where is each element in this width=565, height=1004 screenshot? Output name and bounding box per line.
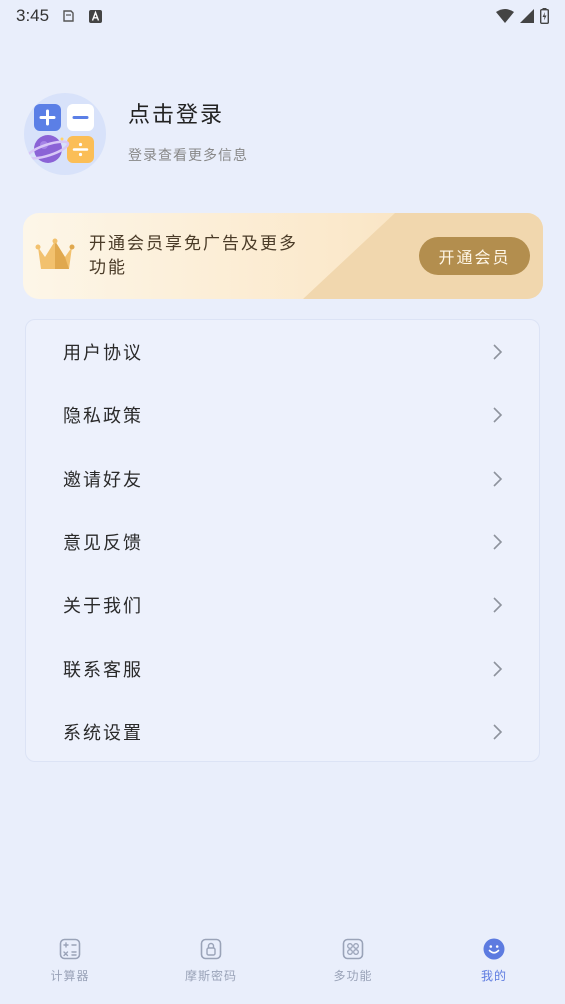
tab-label: 计算器 [50,969,90,983]
tab-morse-code[interactable]: 摩斯密码 [161,937,261,993]
menu-item-user-agreement[interactable]: 用户协议 [26,320,541,383]
chevron-right-icon [493,596,503,613]
tab-multi-function[interactable]: 多功能 [303,937,403,993]
tab-mine[interactable]: 我的 [444,937,544,993]
wifi-icon [496,9,514,23]
calculator-planet-icon [26,104,94,163]
menu-item-about-us[interactable]: 关于我们 [26,573,541,636]
login-subtitle: 登录查看更多信息 [128,148,248,164]
status-bar: 3:45 [0,0,565,32]
menu-item-invite-friends[interactable]: 邀请好友 [26,447,541,510]
menu-item-label: 意见反馈 [63,532,143,554]
chevron-right-icon [493,470,503,487]
menu-item-label: 联系客服 [63,659,143,681]
menu-item-feedback[interactable]: 意见反馈 [26,510,541,573]
status-right [496,8,549,24]
menu-item-contact-support[interactable]: 联系客服 [26,637,541,700]
grid-icon [342,938,364,960]
menu-item-privacy-policy[interactable]: 隐私政策 [26,383,541,446]
notification-icon [63,10,74,22]
profile-header[interactable]: 点击登录 登录查看更多信息 [24,92,544,176]
profile-text[interactable]: 点击登录 登录查看更多信息 [128,103,248,165]
signal-icon [520,9,534,23]
tab-label: 多功能 [333,969,373,983]
status-left: 3:45 [16,6,103,26]
menu-item-label: 关于我们 [63,595,143,617]
vip-promo-text: 开通会员享免广告及更多功能 [89,234,298,278]
tab-calculator[interactable]: 计算器 [20,937,120,993]
status-icons-left [61,9,103,23]
vip-banner[interactable]: 开通会员享免广告及更多功能 开通会员 [23,213,543,299]
chevron-right-icon [493,533,503,550]
chevron-right-icon [493,343,503,360]
battery-icon [540,8,549,24]
menu-item-label: 用户协议 [63,342,143,364]
chevron-right-icon [493,406,503,423]
menu-item-system-settings[interactable]: 系统设置 [26,700,541,763]
status-time: 3:45 [16,6,50,25]
crown-icon [35,238,75,269]
avatar[interactable] [24,93,106,175]
menu-item-label: 系统设置 [63,722,143,744]
bottom-nav: 计算器 摩斯密码 多功能 我的 [0,925,565,1004]
chevron-right-icon [493,660,503,677]
a-badge-icon [89,9,103,23]
smiley-icon [483,938,505,960]
lock-icon [200,938,222,960]
tab-label: 摩斯密码 [184,969,237,983]
login-title[interactable]: 点击登录 [128,97,248,129]
chevron-right-icon [493,723,503,740]
menu-item-label: 隐私政策 [63,405,143,427]
settings-menu: 用户协议 隐私政策 邀请好友 意见反馈 关于我们 联系客服 系统设置 [25,319,540,762]
calculator-icon [59,938,81,960]
tab-label: 我的 [480,969,507,983]
menu-item-label: 邀请好友 [63,469,143,491]
open-vip-button[interactable]: 开通会员 [419,237,530,275]
